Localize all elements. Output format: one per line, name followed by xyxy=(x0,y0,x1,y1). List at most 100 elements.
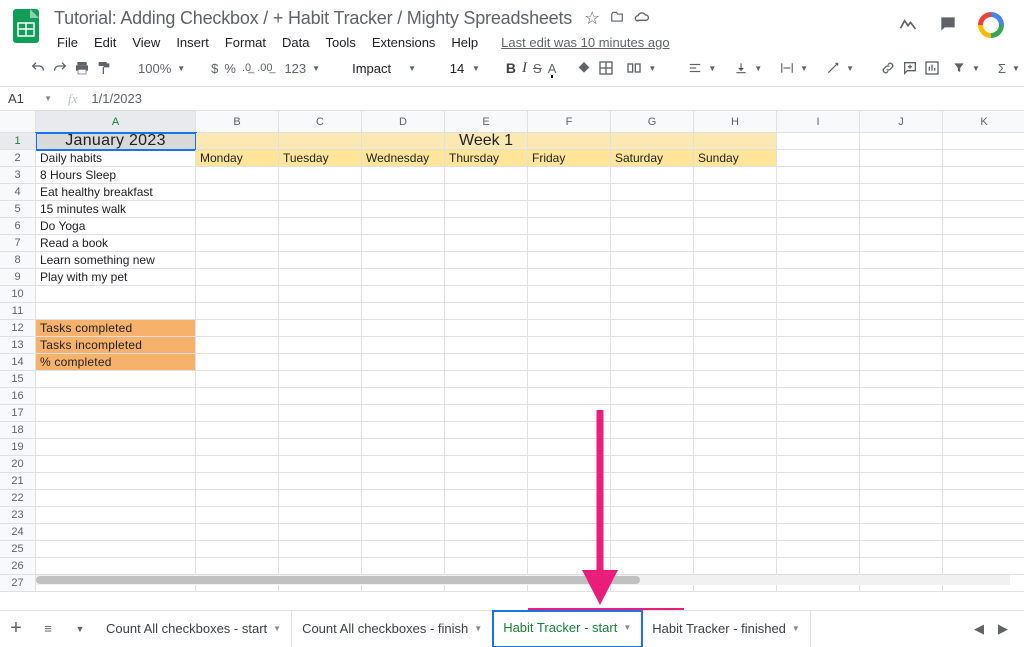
cell-E26[interactable] xyxy=(445,558,528,575)
cell-H23[interactable] xyxy=(694,507,777,524)
text-color-icon[interactable]: A xyxy=(548,56,557,80)
cell-H6[interactable] xyxy=(694,218,777,235)
cell-E3[interactable] xyxy=(445,167,528,184)
dec-decrease-icon[interactable]: .0̲ xyxy=(242,56,251,80)
cell-H17[interactable] xyxy=(694,405,777,422)
cell-K21[interactable] xyxy=(943,473,1024,490)
cell-F18[interactable] xyxy=(528,422,611,439)
cell-G24[interactable] xyxy=(611,524,694,541)
cell-B1[interactable] xyxy=(196,133,279,150)
cell-A5[interactable]: 15 minutes walk xyxy=(36,201,196,218)
cell-J15[interactable] xyxy=(860,371,943,388)
cell-B3[interactable] xyxy=(196,167,279,184)
cell-A26[interactable] xyxy=(36,558,196,575)
cell-F8[interactable] xyxy=(528,252,611,269)
cell-D14[interactable] xyxy=(362,354,445,371)
cell-C20[interactable] xyxy=(279,456,362,473)
cell-J18[interactable] xyxy=(860,422,943,439)
cell-D11[interactable] xyxy=(362,303,445,320)
cell-B2[interactable]: Monday xyxy=(196,150,279,167)
cell-C2[interactable]: Tuesday xyxy=(279,150,362,167)
cell-B11[interactable] xyxy=(196,303,279,320)
cell-F21[interactable] xyxy=(528,473,611,490)
row-header-11[interactable]: 11 xyxy=(0,303,36,320)
cell-K3[interactable] xyxy=(943,167,1024,184)
row-header-6[interactable]: 6 xyxy=(0,218,36,235)
cell-K5[interactable] xyxy=(943,201,1024,218)
cell-C17[interactable] xyxy=(279,405,362,422)
row-header-23[interactable]: 23 xyxy=(0,507,36,524)
cell-E24[interactable] xyxy=(445,524,528,541)
cell-B20[interactable] xyxy=(196,456,279,473)
sheet-tab-1[interactable]: Count All checkboxes - finish▼ xyxy=(292,611,493,647)
cell-D6[interactable] xyxy=(362,218,445,235)
cell-A23[interactable] xyxy=(36,507,196,524)
col-header-I[interactable]: I xyxy=(777,111,860,133)
cell-I7[interactable] xyxy=(777,235,860,252)
merge-icon[interactable]: ▼ xyxy=(620,58,662,78)
cell-B5[interactable] xyxy=(196,201,279,218)
insert-comment-icon[interactable] xyxy=(902,56,918,80)
cell-E10[interactable] xyxy=(445,286,528,303)
cell-H2[interactable]: Sunday xyxy=(694,150,777,167)
formula-bar[interactable]: 1/1/2023 xyxy=(85,91,142,106)
cell-E8[interactable] xyxy=(445,252,528,269)
cell-E19[interactable] xyxy=(445,439,528,456)
cell-H22[interactable] xyxy=(694,490,777,507)
corner[interactable] xyxy=(0,111,36,133)
cell-D12[interactable] xyxy=(362,320,445,337)
cell-K26[interactable] xyxy=(943,558,1024,575)
cell-I26[interactable] xyxy=(777,558,860,575)
comment-icon[interactable] xyxy=(938,14,958,37)
cell-I10[interactable] xyxy=(777,286,860,303)
cell-B13[interactable] xyxy=(196,337,279,354)
cell-C16[interactable] xyxy=(279,388,362,405)
cell-J3[interactable] xyxy=(860,167,943,184)
cell-I12[interactable] xyxy=(777,320,860,337)
cell-B9[interactable] xyxy=(196,269,279,286)
cell-C9[interactable] xyxy=(279,269,362,286)
font-size-select[interactable]: 14▼ xyxy=(442,59,486,78)
cell-J6[interactable] xyxy=(860,218,943,235)
cell-J24[interactable] xyxy=(860,524,943,541)
cell-F5[interactable] xyxy=(528,201,611,218)
cell-B12[interactable] xyxy=(196,320,279,337)
cell-C22[interactable] xyxy=(279,490,362,507)
format-123[interactable]: 123▼ xyxy=(278,59,326,78)
name-box[interactable]: A1▼ xyxy=(0,91,60,106)
meet-icon[interactable] xyxy=(978,12,1004,38)
cell-I25[interactable] xyxy=(777,541,860,558)
cell-I22[interactable] xyxy=(777,490,860,507)
cell-J12[interactable] xyxy=(860,320,943,337)
cell-J8[interactable] xyxy=(860,252,943,269)
cell-I3[interactable] xyxy=(777,167,860,184)
row-header-20[interactable]: 20 xyxy=(0,456,36,473)
menu-view[interactable]: View xyxy=(125,33,167,52)
menu-extensions[interactable]: Extensions xyxy=(365,33,443,52)
cell-E15[interactable] xyxy=(445,371,528,388)
cell-K2[interactable] xyxy=(943,150,1024,167)
cell-K8[interactable] xyxy=(943,252,1024,269)
dec-increase-icon[interactable]: .00̲ xyxy=(257,56,272,80)
cell-J4[interactable] xyxy=(860,184,943,201)
cell-J26[interactable] xyxy=(860,558,943,575)
cell-B6[interactable] xyxy=(196,218,279,235)
cell-J19[interactable] xyxy=(860,439,943,456)
cell-H26[interactable] xyxy=(694,558,777,575)
cell-B16[interactable] xyxy=(196,388,279,405)
cell-I17[interactable] xyxy=(777,405,860,422)
cell-H19[interactable] xyxy=(694,439,777,456)
cell-H18[interactable] xyxy=(694,422,777,439)
cell-G17[interactable] xyxy=(611,405,694,422)
link-icon[interactable] xyxy=(880,56,896,80)
cell-F10[interactable] xyxy=(528,286,611,303)
rotate-icon[interactable]: ▼ xyxy=(820,59,860,77)
cell-D7[interactable] xyxy=(362,235,445,252)
cell-E14[interactable] xyxy=(445,354,528,371)
cell-A1[interactable]: January 2023 xyxy=(36,133,196,150)
zoom-select[interactable]: 100%▼ xyxy=(132,59,191,78)
row-header-1[interactable]: 1 xyxy=(0,133,36,150)
wrap-icon[interactable]: ▼ xyxy=(774,59,814,77)
cell-D5[interactable] xyxy=(362,201,445,218)
cell-E17[interactable] xyxy=(445,405,528,422)
